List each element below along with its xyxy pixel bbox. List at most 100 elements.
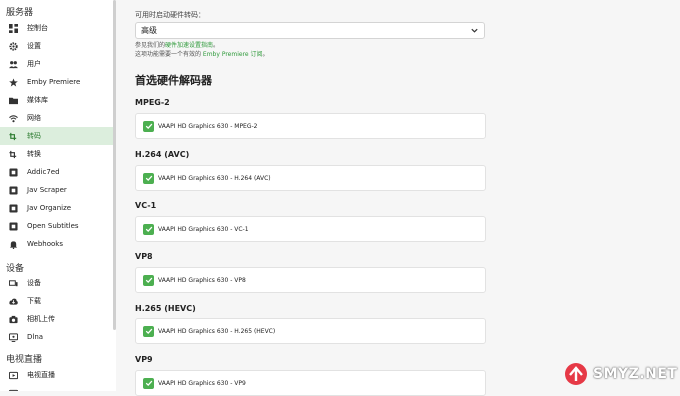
- sidebar-item-label: 下载: [27, 297, 41, 305]
- section-title-server: 服务器: [6, 8, 34, 18]
- help-text: 参见我们的: [135, 42, 166, 49]
- sidebar-item-network[interactable]: 网络: [0, 109, 113, 127]
- sidebar-item-label: 转换: [27, 150, 41, 158]
- checkbox[interactable]: [143, 325, 154, 337]
- sidebar-item-dlna[interactable]: Dlna: [0, 328, 113, 346]
- chevron-down-icon: [471, 28, 478, 33]
- dlna-icon: [8, 332, 18, 342]
- sidebar-item-label: Emby Premiere: [27, 78, 81, 86]
- sidebar-item-label: 设备: [27, 279, 41, 287]
- download-icon: [8, 296, 18, 306]
- decoder-label: VAAPI HD Graphics 630 - MPEG-2: [158, 122, 258, 130]
- decoder-card[interactable]: VAAPI HD Graphics 630 - MPEG-2: [135, 113, 486, 139]
- dashboard-icon: [8, 23, 18, 33]
- sidebar-item-settings[interactable]: 设置: [0, 37, 113, 55]
- puzzle-icon: [8, 185, 18, 195]
- help-text: 这项功能需要一个有效的: [135, 51, 203, 58]
- sidebar-item-addic7ed[interactable]: Addic7ed: [0, 163, 113, 181]
- sidebar-item-transcode[interactable]: 转码: [0, 127, 113, 145]
- devices-icon: [8, 278, 18, 288]
- sidebar-item-label: 转码: [27, 132, 41, 140]
- sidebar-item-label: Open Subtitles: [27, 222, 79, 230]
- check-icon: [145, 175, 152, 181]
- sidebar-item-camera-upload[interactable]: 相机上传: [0, 310, 113, 328]
- premiere-link[interactable]: Emby Premiere 订阅: [203, 51, 263, 58]
- sidebar-item-label: 控制台: [27, 24, 48, 32]
- sidebar-item-label: 用户: [27, 60, 41, 68]
- help-text: 。: [213, 42, 220, 49]
- help-guide-line: 参见我们的硬件加速设置指南。: [135, 40, 219, 49]
- decoder-card[interactable]: VAAPI HD Graphics 630 - VP9: [135, 370, 486, 396]
- sidebar-item-jav-organize[interactable]: Jav Organize: [0, 199, 113, 217]
- help-text: 。: [262, 51, 269, 58]
- watermark-logo-icon: [565, 363, 587, 385]
- checkbox[interactable]: [143, 274, 154, 286]
- sidebar-item-devices[interactable]: 设备: [0, 274, 113, 292]
- puzzle-icon: [8, 221, 18, 231]
- decoder-card[interactable]: VAAPI HD Graphics 630 - H.264 (AVC): [135, 165, 486, 191]
- folder-icon: [8, 95, 18, 105]
- checkbox[interactable]: [143, 223, 154, 235]
- tv-icon: [8, 370, 18, 380]
- hw-encoding-label: 可用时启动硬件转码：: [135, 11, 205, 19]
- decoder-label: VAAPI HD Graphics 630 - VP9: [158, 379, 246, 387]
- sidebar-item-label: 相机上传: [27, 315, 55, 323]
- codec-title: H.265 (HEVC): [135, 304, 196, 313]
- hw-encoding-value: 高级: [141, 26, 157, 35]
- sidebar-item-label: 设置: [27, 42, 41, 50]
- sidebar-item-webhooks[interactable]: Webhooks: [0, 235, 113, 253]
- convert-icon: [8, 149, 18, 159]
- page-heading: 首选硬件解码器: [135, 74, 212, 87]
- sidebar-item-live-tv[interactable]: 电视直播: [0, 366, 113, 384]
- checkbox[interactable]: [143, 120, 154, 132]
- decoder-card[interactable]: VAAPI HD Graphics 630 - VC-1: [135, 216, 486, 242]
- check-icon: [145, 277, 152, 283]
- sidebar-item-convert[interactable]: 转换: [0, 145, 113, 163]
- users-icon: [8, 59, 18, 69]
- sidebar-item-label: 媒体库: [27, 96, 48, 104]
- puzzle-icon: [8, 167, 18, 177]
- sidebar-item-partial[interactable]: [0, 384, 113, 391]
- codec-title: VP8: [135, 252, 153, 261]
- transcode-icon: [8, 131, 18, 141]
- bell-icon: [8, 239, 18, 249]
- section-title-live-tv: 电视直播: [6, 355, 43, 365]
- watermark-text: SMYZ.NET: [593, 366, 678, 382]
- hw-encoding-select[interactable]: 高级: [135, 22, 485, 39]
- codec-title: H.264 (AVC): [135, 150, 190, 159]
- checkbox[interactable]: [143, 377, 154, 389]
- checkbox[interactable]: [143, 172, 154, 184]
- codec-title: MPEG-2: [135, 98, 170, 107]
- sidebar-item-label: 电视直播: [27, 371, 55, 379]
- main-content: 可用时启动硬件转码： 高级 参见我们的硬件加速设置指南。 这项功能需要一个有效的…: [116, 0, 680, 396]
- star-icon: [8, 77, 18, 87]
- codec-title: VC-1: [135, 201, 157, 210]
- sidebar-item-label: Jav Organize: [27, 204, 72, 212]
- sidebar-item-label: Dlna: [27, 333, 44, 341]
- check-icon: [145, 328, 152, 334]
- sidebar-item-library[interactable]: 媒体库: [0, 91, 113, 109]
- check-icon: [145, 123, 152, 129]
- sidebar-item-emby-premiere[interactable]: Emby Premiere: [0, 73, 113, 91]
- sidebar-item-users[interactable]: 用户: [0, 55, 113, 73]
- codec-title: VP9: [135, 355, 153, 364]
- sidebar-item-label: Webhooks: [27, 240, 63, 248]
- sidebar-item-label: 网络: [27, 114, 41, 122]
- sidebar: 服务器 控制台 设置 用户 Emby Premiere 媒体库 网络 转码 转换…: [0, 0, 116, 391]
- decoder-card[interactable]: VAAPI HD Graphics 630 - H.265 (HEVC): [135, 318, 486, 344]
- decoder-card[interactable]: VAAPI HD Graphics 630 - VP8: [135, 267, 486, 293]
- sidebar-item-download[interactable]: 下载: [0, 292, 113, 310]
- watermark: SMYZ.NET: [560, 357, 680, 391]
- wifi-icon: [8, 113, 18, 123]
- sidebar-item-open-subtitles[interactable]: Open Subtitles: [0, 217, 113, 235]
- camera-icon: [8, 314, 18, 324]
- decoder-label: VAAPI HD Graphics 630 - H.264 (AVC): [158, 174, 271, 182]
- hw-guide-link[interactable]: 硬件加速设置指南: [165, 42, 213, 49]
- section-title-devices: 设备: [6, 264, 25, 274]
- sidebar-item-jav-scraper[interactable]: Jav Scraper: [0, 181, 113, 199]
- gear-icon: [8, 41, 18, 51]
- decoder-label: VAAPI HD Graphics 630 - VP8: [158, 276, 246, 284]
- puzzle-icon: [8, 203, 18, 213]
- decoder-label: VAAPI HD Graphics 630 - VC-1: [158, 225, 249, 233]
- sidebar-item-dashboard[interactable]: 控制台: [0, 19, 113, 37]
